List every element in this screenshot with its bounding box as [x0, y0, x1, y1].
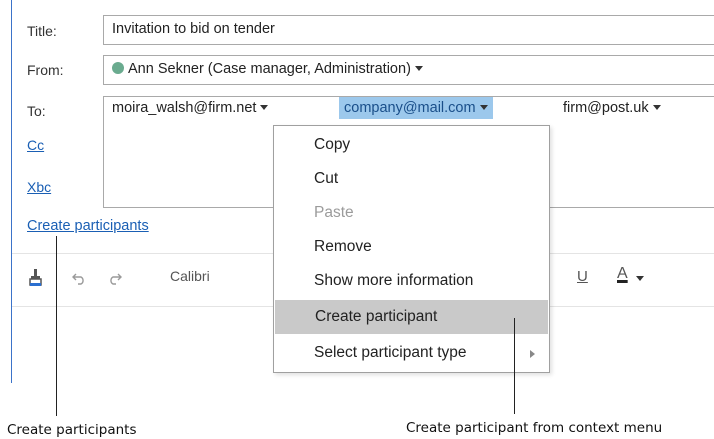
context-menu: Copy Cut Paste Remove Show more informat… [273, 125, 550, 373]
redo-icon[interactable] [108, 271, 122, 285]
create-participants-link[interactable]: Create participants [27, 218, 149, 234]
menu-item-copy[interactable]: Copy [274, 128, 549, 162]
presence-status-icon [112, 62, 124, 74]
menu-item-select-participant-type[interactable]: Select participant type [274, 336, 549, 370]
xbc-link[interactable]: Xbc [27, 179, 51, 195]
chevron-down-icon[interactable] [260, 105, 269, 110]
menu-item-remove[interactable]: Remove [274, 230, 549, 264]
cc-link[interactable]: Cc [27, 137, 44, 153]
recipient-chip-label: moira_walsh@firm.net [112, 100, 257, 116]
title-field[interactable]: Invitation to bid on tender [103, 15, 714, 45]
callout-line-left [56, 236, 57, 416]
format-painter-icon[interactable] [28, 268, 44, 288]
font-name-select[interactable]: Calibri [170, 268, 210, 284]
chevron-down-icon[interactable] [479, 105, 488, 110]
menu-item-create-participant[interactable]: Create participant [275, 300, 548, 334]
chevron-down-icon[interactable] [652, 105, 661, 110]
font-color-button[interactable]: A [617, 265, 628, 283]
recipient-chip[interactable]: moira_walsh@firm.net [112, 97, 269, 119]
chevron-down-icon[interactable] [636, 276, 644, 281]
callout-create-participants: Create participants [7, 422, 137, 438]
to-label: To: [27, 103, 46, 119]
menu-item-label: Select participant type [314, 344, 467, 361]
menu-item-cut[interactable]: Cut [274, 162, 549, 196]
recipient-chip-label: company@mail.com [344, 100, 476, 116]
from-label: From: [27, 62, 64, 78]
undo-icon[interactable] [72, 271, 86, 285]
recipient-chip-selected[interactable]: company@mail.com [339, 97, 493, 119]
from-value: Ann Sekner (Case manager, Administration… [128, 61, 411, 77]
submenu-arrow-icon [530, 350, 535, 358]
menu-item-show-more-information[interactable]: Show more information [274, 264, 549, 298]
recipient-chip[interactable]: firm@post.uk [563, 97, 661, 119]
chevron-down-icon[interactable] [414, 66, 423, 71]
title-label: Title: [27, 23, 57, 39]
callout-line-right [514, 318, 515, 414]
window-left-border [11, 0, 12, 383]
callout-create-participant-from-menu: Create participant from context menu [406, 420, 663, 436]
title-value[interactable]: Invitation to bid on tender [112, 21, 275, 37]
from-field[interactable]: Ann Sekner (Case manager, Administration… [103, 55, 714, 85]
recipient-chip-label: firm@post.uk [563, 100, 649, 116]
underline-button[interactable]: U [577, 268, 588, 285]
menu-item-paste: Paste [314, 204, 354, 221]
